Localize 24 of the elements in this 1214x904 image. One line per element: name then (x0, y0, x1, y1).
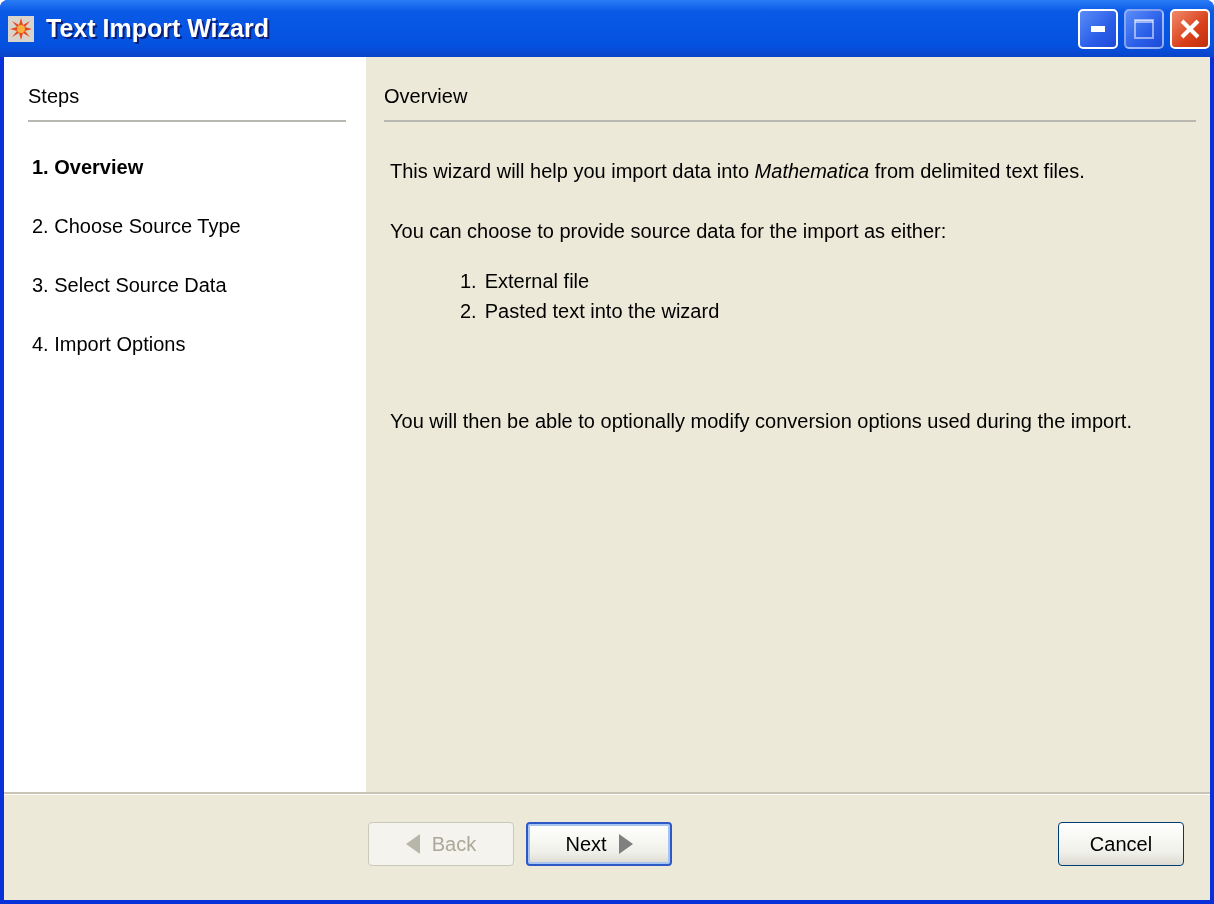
next-button[interactable]: Next (526, 822, 672, 866)
step-item: 3. Select Source Data (32, 274, 228, 297)
maximize-icon (1134, 18, 1154, 39)
step-item: 2. Choose Source Type (32, 215, 242, 238)
section-heading: Overview (384, 57, 1196, 122)
description-text: You will then be able to optionally modify conversion options used during the import. (390, 409, 1133, 434)
steps-heading: Steps (28, 57, 346, 122)
step-item: 1. Overview (32, 156, 145, 179)
close-icon (1180, 18, 1200, 39)
list-item-text: Pasted text into the wizard (484, 299, 720, 324)
right-arrow-icon (618, 834, 633, 854)
list-item-text: External file (484, 269, 590, 294)
window-title: Text Import Wizard (46, 14, 270, 43)
star-burst-icon (8, 15, 34, 42)
list-number: 2. (460, 299, 477, 324)
minimize-button[interactable] (1078, 8, 1118, 49)
left-arrow-icon (405, 834, 420, 854)
description-text: You can choose to provide source data for the import as either: (390, 219, 948, 244)
close-button[interactable] (1170, 8, 1210, 49)
step-item: 4. Import Options (32, 333, 187, 356)
cancel-button[interactable]: Cancel (1058, 822, 1184, 866)
list-number: 1. (460, 269, 477, 294)
description-text: This wizard will help you import data into Mathematica from delimited text files. (390, 159, 1086, 184)
minimize-icon (1091, 25, 1105, 32)
